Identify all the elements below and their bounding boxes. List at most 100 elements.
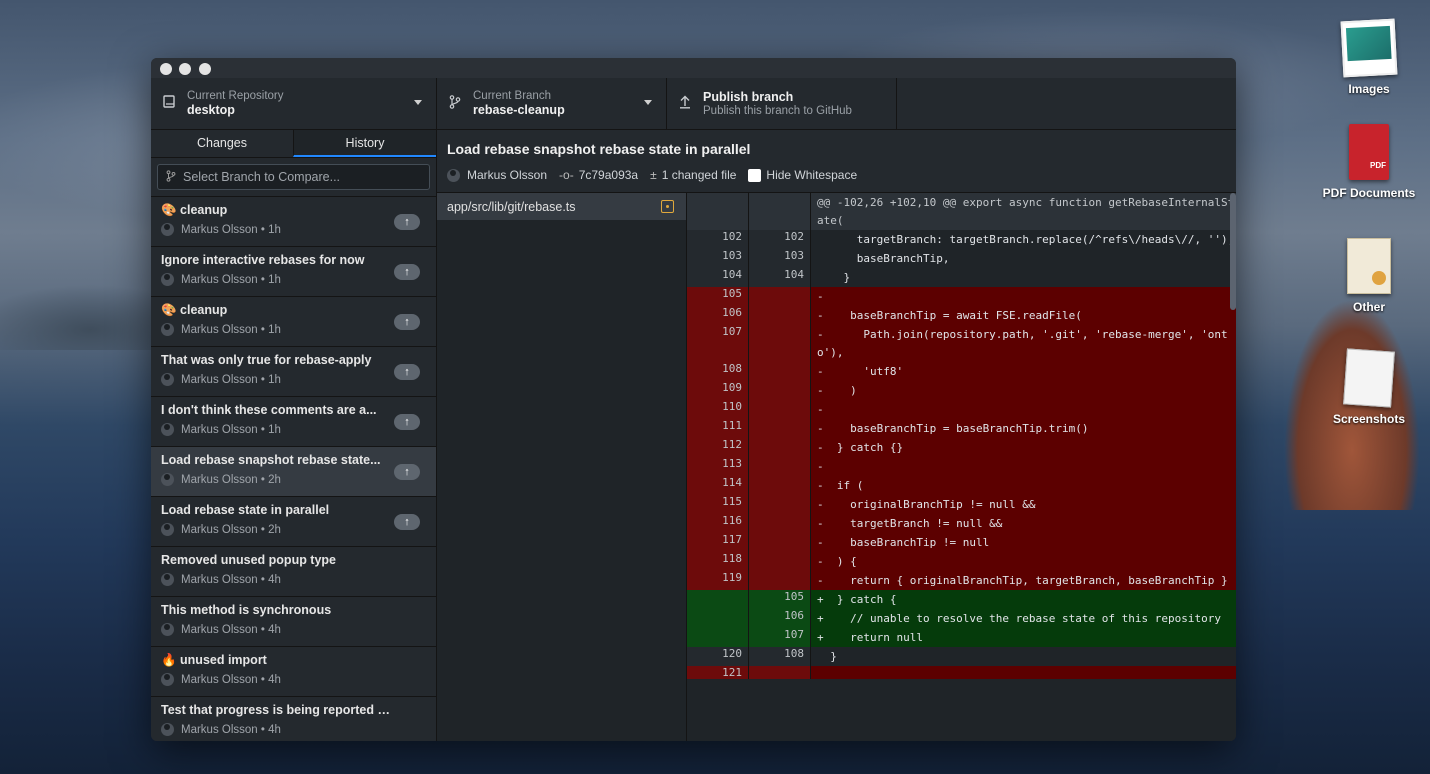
diff-line-deleted[interactable]: 112 - } catch {} [687,438,1236,457]
new-line-number[interactable]: 105 [749,590,811,609]
old-line-number[interactable]: 120 [687,647,749,666]
commit-list-item[interactable]: This method is synchronous Markus Olsson… [151,597,436,647]
commit-list-item-selected[interactable]: Load rebase snapshot rebase state... Mar… [151,447,436,497]
new-line-number[interactable] [749,419,811,438]
new-line-number[interactable] [749,476,811,495]
commit-list-item[interactable]: 🎨 cleanup Markus Olsson • 1h ↑ [151,297,436,347]
diff-line-deleted[interactable]: 107 - Path.join(repository.path, '.git', … [687,325,1236,362]
tab-changes[interactable]: Changes [151,130,293,157]
commit-list-item[interactable]: Load rebase state in parallel Markus Ols… [151,497,436,547]
diff-line-deleted[interactable]: 113 - [687,457,1236,476]
old-line-number[interactable]: 108 [687,362,749,381]
diff-line-deleted[interactable]: 117 - baseBranchTip != null [687,533,1236,552]
diff-hunk-header[interactable]: @@ -102,26 +102,10 @@ export async funct… [687,193,1236,230]
diff-line-deleted[interactable]: 115 - originalBranchTip != null && [687,495,1236,514]
new-line-number[interactable] [749,400,811,419]
diff-line-deleted[interactable]: 109 - ) [687,381,1236,400]
old-line-number[interactable]: 105 [687,287,749,306]
old-line-number[interactable]: 107 [687,325,749,362]
new-line-number[interactable]: 106 [749,609,811,628]
old-line-number[interactable] [687,590,749,609]
diff-line-added[interactable]: 107 + return null [687,628,1236,647]
diff-line-added[interactable]: 106 + // unable to resolve the rebase sta… [687,609,1236,628]
new-line-number[interactable]: 108 [749,647,811,666]
new-line-number[interactable] [749,495,811,514]
old-line-number[interactable]: 103 [687,249,749,268]
desktop-icon-images[interactable]: Images [1314,18,1424,96]
new-line-number[interactable]: 104 [749,268,811,287]
commit-list-item[interactable]: That was only true for rebase-apply Mark… [151,347,436,397]
diff-line-deleted[interactable]: 121 [687,666,1236,679]
hide-whitespace-checkbox[interactable] [748,168,762,182]
commit-list-item[interactable]: Test that progress is being reported thr… [151,697,436,741]
current-repository-button[interactable]: Current Repository desktop [151,78,437,129]
changed-file-item[interactable]: app/src/lib/git/rebase.ts [437,193,686,220]
old-line-number[interactable]: 119 [687,571,749,590]
commit-sha[interactable]: 7c79a093a [579,168,638,182]
diff-line-context[interactable]: 120 108 } [687,647,1236,666]
old-line-number[interactable]: 117 [687,533,749,552]
new-line-number[interactable] [749,381,811,400]
old-line-number[interactable]: 113 [687,457,749,476]
old-line-number[interactable]: 109 [687,381,749,400]
minimize-window-button[interactable] [179,63,191,75]
commit-list-item[interactable]: 🎨 cleanup Markus Olsson • 1h ↑ [151,197,436,247]
diff-line-context[interactable]: 103 103 baseBranchTip, [687,249,1236,268]
new-line-number[interactable] [749,666,811,679]
desktop-icon-pdf-documents[interactable]: PDF PDF Documents [1314,124,1424,200]
diff-line-deleted[interactable]: 111 - baseBranchTip = baseBranchTip.trim(… [687,419,1236,438]
new-line-number[interactable] [749,457,811,476]
close-window-button[interactable] [160,63,172,75]
diff-line-deleted[interactable]: 105 - [687,287,1236,306]
old-line-number[interactable]: 106 [687,306,749,325]
diff-line-context[interactable]: 102 102 targetBranch: targetBranch.replac… [687,230,1236,249]
new-line-number[interactable]: 107 [749,628,811,647]
old-line-number[interactable]: 114 [687,476,749,495]
new-line-number[interactable] [749,362,811,381]
new-line-number[interactable]: 103 [749,249,811,268]
current-branch-button[interactable]: Current Branch rebase-cleanup [437,78,667,129]
diff-line-added[interactable]: 105 + } catch { [687,590,1236,609]
diff-line-deleted[interactable]: 106 - baseBranchTip = await FSE.readFile( [687,306,1236,325]
new-line-number[interactable] [749,306,811,325]
diff-line-deleted[interactable]: 119 - return { originalBranchTip, targetB… [687,571,1236,590]
new-line-number[interactable] [749,571,811,590]
branch-compare-input[interactable]: Select Branch to Compare... [157,164,430,190]
publish-branch-button[interactable]: Publish branch Publish this branch to Gi… [667,78,897,129]
diff-scrollbar[interactable] [1230,193,1236,310]
old-line-number[interactable]: 121 [687,666,749,679]
commit-list-item[interactable]: 🔥 unused import Markus Olsson • 4h [151,647,436,697]
new-line-number[interactable] [749,325,811,362]
new-line-number[interactable] [749,514,811,533]
diff-view[interactable]: @@ -102,26 +102,10 @@ export async funct… [687,193,1236,741]
diff-line-deleted[interactable]: 118 - ) { [687,552,1236,571]
old-line-number[interactable] [687,628,749,647]
commit-list-item[interactable]: Removed unused popup type Markus Olsson … [151,547,436,597]
desktop-icon-other[interactable]: Other [1314,238,1424,314]
hide-whitespace-toggle[interactable]: Hide Whitespace [748,168,857,182]
diff-line-deleted[interactable]: 116 - targetBranch != null && [687,514,1236,533]
old-line-number[interactable] [687,609,749,628]
title-bar[interactable] [151,58,1236,78]
old-line-number[interactable]: 104 [687,268,749,287]
old-line-number[interactable]: 115 [687,495,749,514]
old-line-number[interactable]: 102 [687,230,749,249]
old-line-number[interactable]: 110 [687,400,749,419]
new-line-number[interactable] [749,533,811,552]
old-line-number[interactable]: 111 [687,419,749,438]
diff-line-deleted[interactable]: 108 - 'utf8' [687,362,1236,381]
new-line-number[interactable] [749,552,811,571]
desktop-icon-screenshots[interactable]: Screenshots [1314,348,1424,426]
old-line-number[interactable]: 116 [687,514,749,533]
commit-list-item[interactable]: Ignore interactive rebases for now Marku… [151,247,436,297]
old-line-number[interactable]: 118 [687,552,749,571]
commit-list-item[interactable]: I don't think these comments are a... Ma… [151,397,436,447]
old-line-number[interactable]: 112 [687,438,749,457]
new-line-number[interactable] [749,287,811,306]
zoom-window-button[interactable] [199,63,211,75]
diff-line-deleted[interactable]: 114 - if ( [687,476,1236,495]
diff-line-deleted[interactable]: 110 - [687,400,1236,419]
new-line-number[interactable]: 102 [749,230,811,249]
new-line-number[interactable] [749,438,811,457]
tab-history[interactable]: History [293,130,436,157]
